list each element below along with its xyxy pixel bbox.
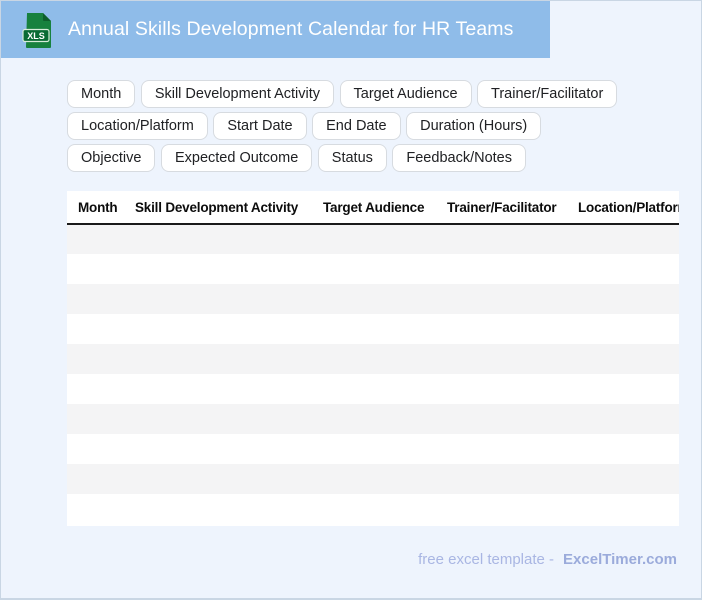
table-cell <box>67 494 124 524</box>
table-cell <box>436 374 567 404</box>
column-chip-expected-outcome[interactable]: Expected Outcome <box>160 144 313 172</box>
preview-table-container: Month Skill Development Activity Target Au… <box>67 191 679 526</box>
column-chip-location-platform[interactable]: Location/Platform <box>67 112 208 140</box>
table-cell <box>312 344 436 374</box>
footer-credit-label: free excel template - <box>418 551 555 568</box>
table-cell <box>124 254 312 284</box>
column-header-month: Month <box>67 191 124 225</box>
table-row <box>67 254 679 284</box>
table-cell <box>567 374 679 404</box>
table-cell <box>124 344 312 374</box>
table-row <box>67 494 679 524</box>
table-row <box>67 404 679 434</box>
table-cell <box>312 314 436 344</box>
table-cell <box>567 464 679 494</box>
column-chips: Month Skill Development Activity Target Au… <box>67 80 625 172</box>
column-header-trainer-facilitator: Trainer/Facilitator <box>436 191 567 225</box>
table-cell <box>567 344 679 374</box>
column-chip-month[interactable]: Month <box>67 80 136 108</box>
table-cell <box>312 494 436 524</box>
column-chip-feedback-notes[interactable]: Feedback/Notes <box>392 144 526 172</box>
table-cell <box>436 224 567 254</box>
table-cell <box>124 464 312 494</box>
column-chip-start-date[interactable]: Start Date <box>213 112 307 140</box>
table-cell <box>312 404 436 434</box>
preview-table: Month Skill Development Activity Target Au… <box>67 191 679 524</box>
table-header-row: Month Skill Development Activity Target Au… <box>67 191 679 225</box>
table-cell <box>567 404 679 434</box>
column-header-target-audience: Target Audience <box>312 191 436 225</box>
table-row <box>67 374 679 404</box>
table-cell <box>67 434 124 464</box>
table-cell <box>67 464 124 494</box>
table-cell <box>436 434 567 464</box>
table-cell <box>312 434 436 464</box>
table-row <box>67 464 679 494</box>
table-cell <box>312 254 436 284</box>
table-cell <box>567 284 679 314</box>
page-title: Annual Skills Development Calendar for H… <box>68 18 514 40</box>
table-cell <box>567 494 679 524</box>
table-row <box>67 284 679 314</box>
table-cell <box>67 224 124 254</box>
svg-text:XLS: XLS <box>27 31 45 41</box>
table-row <box>67 434 679 464</box>
table-cell <box>67 344 124 374</box>
column-header-location-platform: Location/Platform <box>567 191 679 225</box>
table-cell <box>567 434 679 464</box>
table-cell <box>436 284 567 314</box>
table-cell <box>67 404 124 434</box>
column-chip-status[interactable]: Status <box>317 144 387 172</box>
table-cell <box>124 284 312 314</box>
table-cell <box>436 254 567 284</box>
column-chip-end-date[interactable]: End Date <box>312 112 401 140</box>
table-body <box>67 224 679 524</box>
table-cell <box>312 224 436 254</box>
column-header-skill-development-activity: Skill Development Activity <box>124 191 312 225</box>
table-cell <box>67 284 124 314</box>
table-cell <box>124 404 312 434</box>
xls-file-icon: XLS <box>22 13 51 48</box>
table-cell <box>567 224 679 254</box>
column-chip-duration-hours-[interactable]: Duration (Hours) <box>406 112 542 140</box>
table-cell <box>312 284 436 314</box>
page: XLS Annual Skills Development Calendar f… <box>0 0 702 600</box>
table-cell <box>436 314 567 344</box>
table-cell <box>124 224 312 254</box>
table-cell <box>124 494 312 524</box>
table-cell <box>124 374 312 404</box>
column-chip-objective[interactable]: Objective <box>67 144 156 172</box>
table-cell <box>312 374 436 404</box>
table-cell <box>567 254 679 284</box>
table-cell <box>567 314 679 344</box>
column-chip-skill-development-activity[interactable]: Skill Development Activity <box>140 80 335 108</box>
column-chip-trainer-facilitator[interactable]: Trainer/Facilitator <box>477 80 618 108</box>
table-cell <box>436 494 567 524</box>
exceltimer-brand-link[interactable]: ExcelTimer.com <box>563 551 677 568</box>
table-cell <box>436 464 567 494</box>
table-row <box>67 314 679 344</box>
table-cell <box>124 314 312 344</box>
table-row <box>67 344 679 374</box>
title-bar: XLS Annual Skills Development Calendar f… <box>1 1 550 58</box>
table-cell <box>67 374 124 404</box>
table-cell <box>67 314 124 344</box>
table-cell <box>436 404 567 434</box>
table-row <box>67 224 679 254</box>
footer-credit: free excel template - ExcelTimer.com <box>418 551 677 568</box>
column-chip-target-audience[interactable]: Target Audience <box>339 80 472 108</box>
table-cell <box>67 254 124 284</box>
table-cell <box>436 344 567 374</box>
table-cell <box>124 434 312 464</box>
table-cell <box>312 464 436 494</box>
